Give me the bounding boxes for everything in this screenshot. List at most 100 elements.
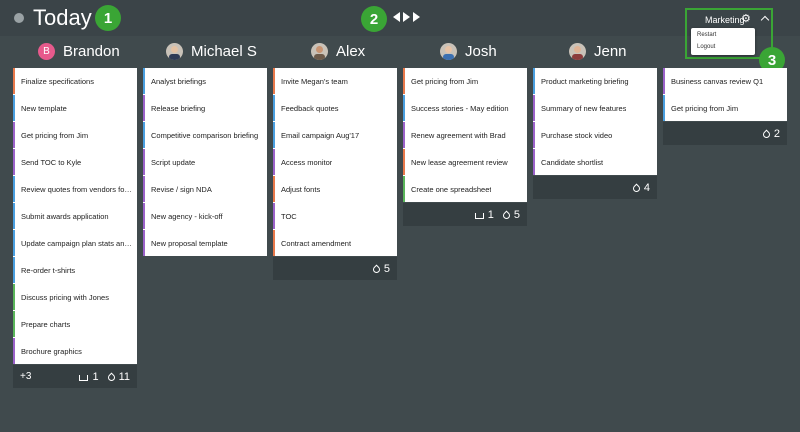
task-count-value: 11 [118, 370, 130, 383]
menu-item-restart[interactable]: Restart [691, 29, 755, 41]
next-arrow-icon[interactable] [413, 12, 420, 22]
task-card[interactable]: Get pricing from Jim [403, 68, 527, 94]
task-label: New lease agreement review [411, 157, 508, 167]
task-card[interactable]: Re-order t-shirts [13, 257, 137, 283]
task-card[interactable]: Analyst briefings [143, 68, 267, 94]
task-label: Prepare charts [21, 319, 71, 329]
task-card[interactable]: Finalize specifications [13, 68, 137, 94]
column-header-michael: Michael S [166, 40, 257, 62]
task-label: Update campaign plan stats and f... [21, 238, 133, 248]
task-card[interactable]: Review quotes from vendors for t... [13, 176, 137, 202]
task-label: Get pricing from Jim [671, 103, 739, 113]
avatar [440, 42, 457, 60]
callout-badge-1: 1 [95, 5, 121, 31]
task-list: Analyst briefings Release briefing Compe… [143, 68, 267, 256]
task-count: 5 [501, 209, 520, 221]
task-card[interactable]: Access monitor [273, 149, 397, 175]
drop-icon [106, 372, 117, 383]
drop-icon [371, 264, 382, 275]
avatar [166, 42, 183, 60]
task-card[interactable]: Invite Megan's team [273, 68, 397, 94]
task-list: Business canvas review Q1 Get pricing fr… [663, 68, 787, 121]
task-card[interactable]: TOC [273, 203, 397, 229]
task-label: Success stories - May edition [411, 103, 509, 113]
task-label: Access monitor [281, 157, 333, 167]
person-name: Josh [465, 42, 497, 60]
task-label: Re-order t-shirts [21, 265, 76, 275]
task-list: Invite Megan's team Feedback quotes Emai… [273, 68, 397, 256]
task-card[interactable]: Email campaign Aug'17 [273, 122, 397, 148]
task-card[interactable]: New template [13, 95, 137, 121]
task-label: Purchase stock video [541, 130, 613, 140]
person-name: Alex [336, 42, 366, 60]
task-label: Feedback quotes [281, 103, 339, 113]
task-card[interactable]: Feedback quotes [273, 95, 397, 121]
play-arrow-icon[interactable] [403, 12, 410, 22]
task-card[interactable]: Discuss pricing with Jones [13, 284, 137, 310]
person-name: Jenn [594, 42, 627, 60]
column-michael: Analyst briefings Release briefing Compe… [143, 68, 267, 257]
task-card[interactable]: New agency - kick-off [143, 203, 267, 229]
status-dot [14, 13, 24, 23]
task-label: New template [21, 103, 67, 113]
task-card[interactable]: Purchase stock video [533, 122, 657, 148]
task-card[interactable]: Summary of new features [533, 95, 657, 121]
task-label: Create one spreadsheet [411, 184, 492, 194]
inbox-count-value: 1 [92, 370, 99, 383]
column-unassigned: Business canvas review Q1 Get pricing fr… [663, 68, 787, 145]
menu-item-logout[interactable]: Logout [691, 41, 755, 53]
task-card[interactable]: Get pricing from Jim [663, 95, 787, 121]
previous-arrow-icon[interactable] [393, 12, 400, 22]
task-card[interactable]: Revise / sign NDA [143, 176, 267, 202]
task-card[interactable]: Candidate shortlist [533, 149, 657, 175]
drop-icon [501, 210, 512, 221]
date-navigation [393, 12, 420, 22]
task-label: Get pricing from Jim [21, 130, 89, 140]
task-card[interactable]: Script update [143, 149, 267, 175]
column-josh: Get pricing from Jim Success stories - M… [403, 68, 527, 226]
task-card[interactable]: Submit awards application [13, 203, 137, 229]
task-label: Get pricing from Jim [411, 76, 479, 86]
task-list: Product marketing briefing Summary of ne… [533, 68, 657, 175]
task-card[interactable]: Prepare charts [13, 311, 137, 337]
callout-badge-2: 2 [361, 6, 387, 32]
top-bar: Today 1 2 Marketing ⚙ [0, 0, 800, 36]
task-card[interactable]: New lease agreement review [403, 149, 527, 175]
avatar [569, 42, 586, 60]
task-card[interactable]: Competitive comparison briefing [143, 122, 267, 148]
task-count-value: 2 [773, 127, 780, 140]
task-card[interactable]: Get pricing from Jim [13, 122, 137, 148]
task-card[interactable]: Contract amendment [273, 230, 397, 256]
column-header-josh: Josh [440, 40, 497, 62]
inbox-count: 1 [474, 208, 494, 221]
task-card[interactable]: Release briefing [143, 95, 267, 121]
task-card[interactable]: Success stories - May edition [403, 95, 527, 121]
task-count-value: 4 [643, 181, 650, 194]
task-card[interactable]: Send TOC to Kyle [13, 149, 137, 175]
task-card[interactable]: Brochure graphics [13, 338, 137, 364]
task-count: 4 [631, 181, 650, 194]
person-name: Michael S [191, 42, 257, 60]
task-label: Analyst briefings [151, 76, 207, 86]
task-card[interactable]: Business canvas review Q1 [663, 68, 787, 94]
task-label: New proposal template [151, 238, 228, 248]
drop-icon [631, 183, 642, 194]
task-list: Get pricing from Jim Success stories - M… [403, 68, 527, 202]
task-label: TOC [281, 211, 297, 221]
task-label: Business canvas review Q1 [671, 76, 764, 86]
task-card[interactable]: New proposal template [143, 230, 267, 256]
task-card[interactable]: Update campaign plan stats and f... [13, 230, 137, 256]
task-card[interactable]: Product marketing briefing [533, 68, 657, 94]
more-tasks-link[interactable]: +3 [20, 371, 31, 382]
column-header-jenn: Jenn [569, 40, 627, 62]
task-card[interactable]: Create one spreadsheet [403, 176, 527, 202]
task-label: Product marketing briefing [541, 76, 629, 86]
page-title: Today [33, 5, 92, 30]
task-card[interactable]: Adjust fonts [273, 176, 397, 202]
column-footer: 5 [273, 257, 397, 280]
task-label: Summary of new features [541, 103, 627, 113]
person-name: Brandon [63, 42, 120, 60]
task-card[interactable]: Renew agreement with Brad [403, 122, 527, 148]
inbox-count-value: 1 [487, 208, 494, 221]
inbox-count: 1 [79, 370, 99, 383]
